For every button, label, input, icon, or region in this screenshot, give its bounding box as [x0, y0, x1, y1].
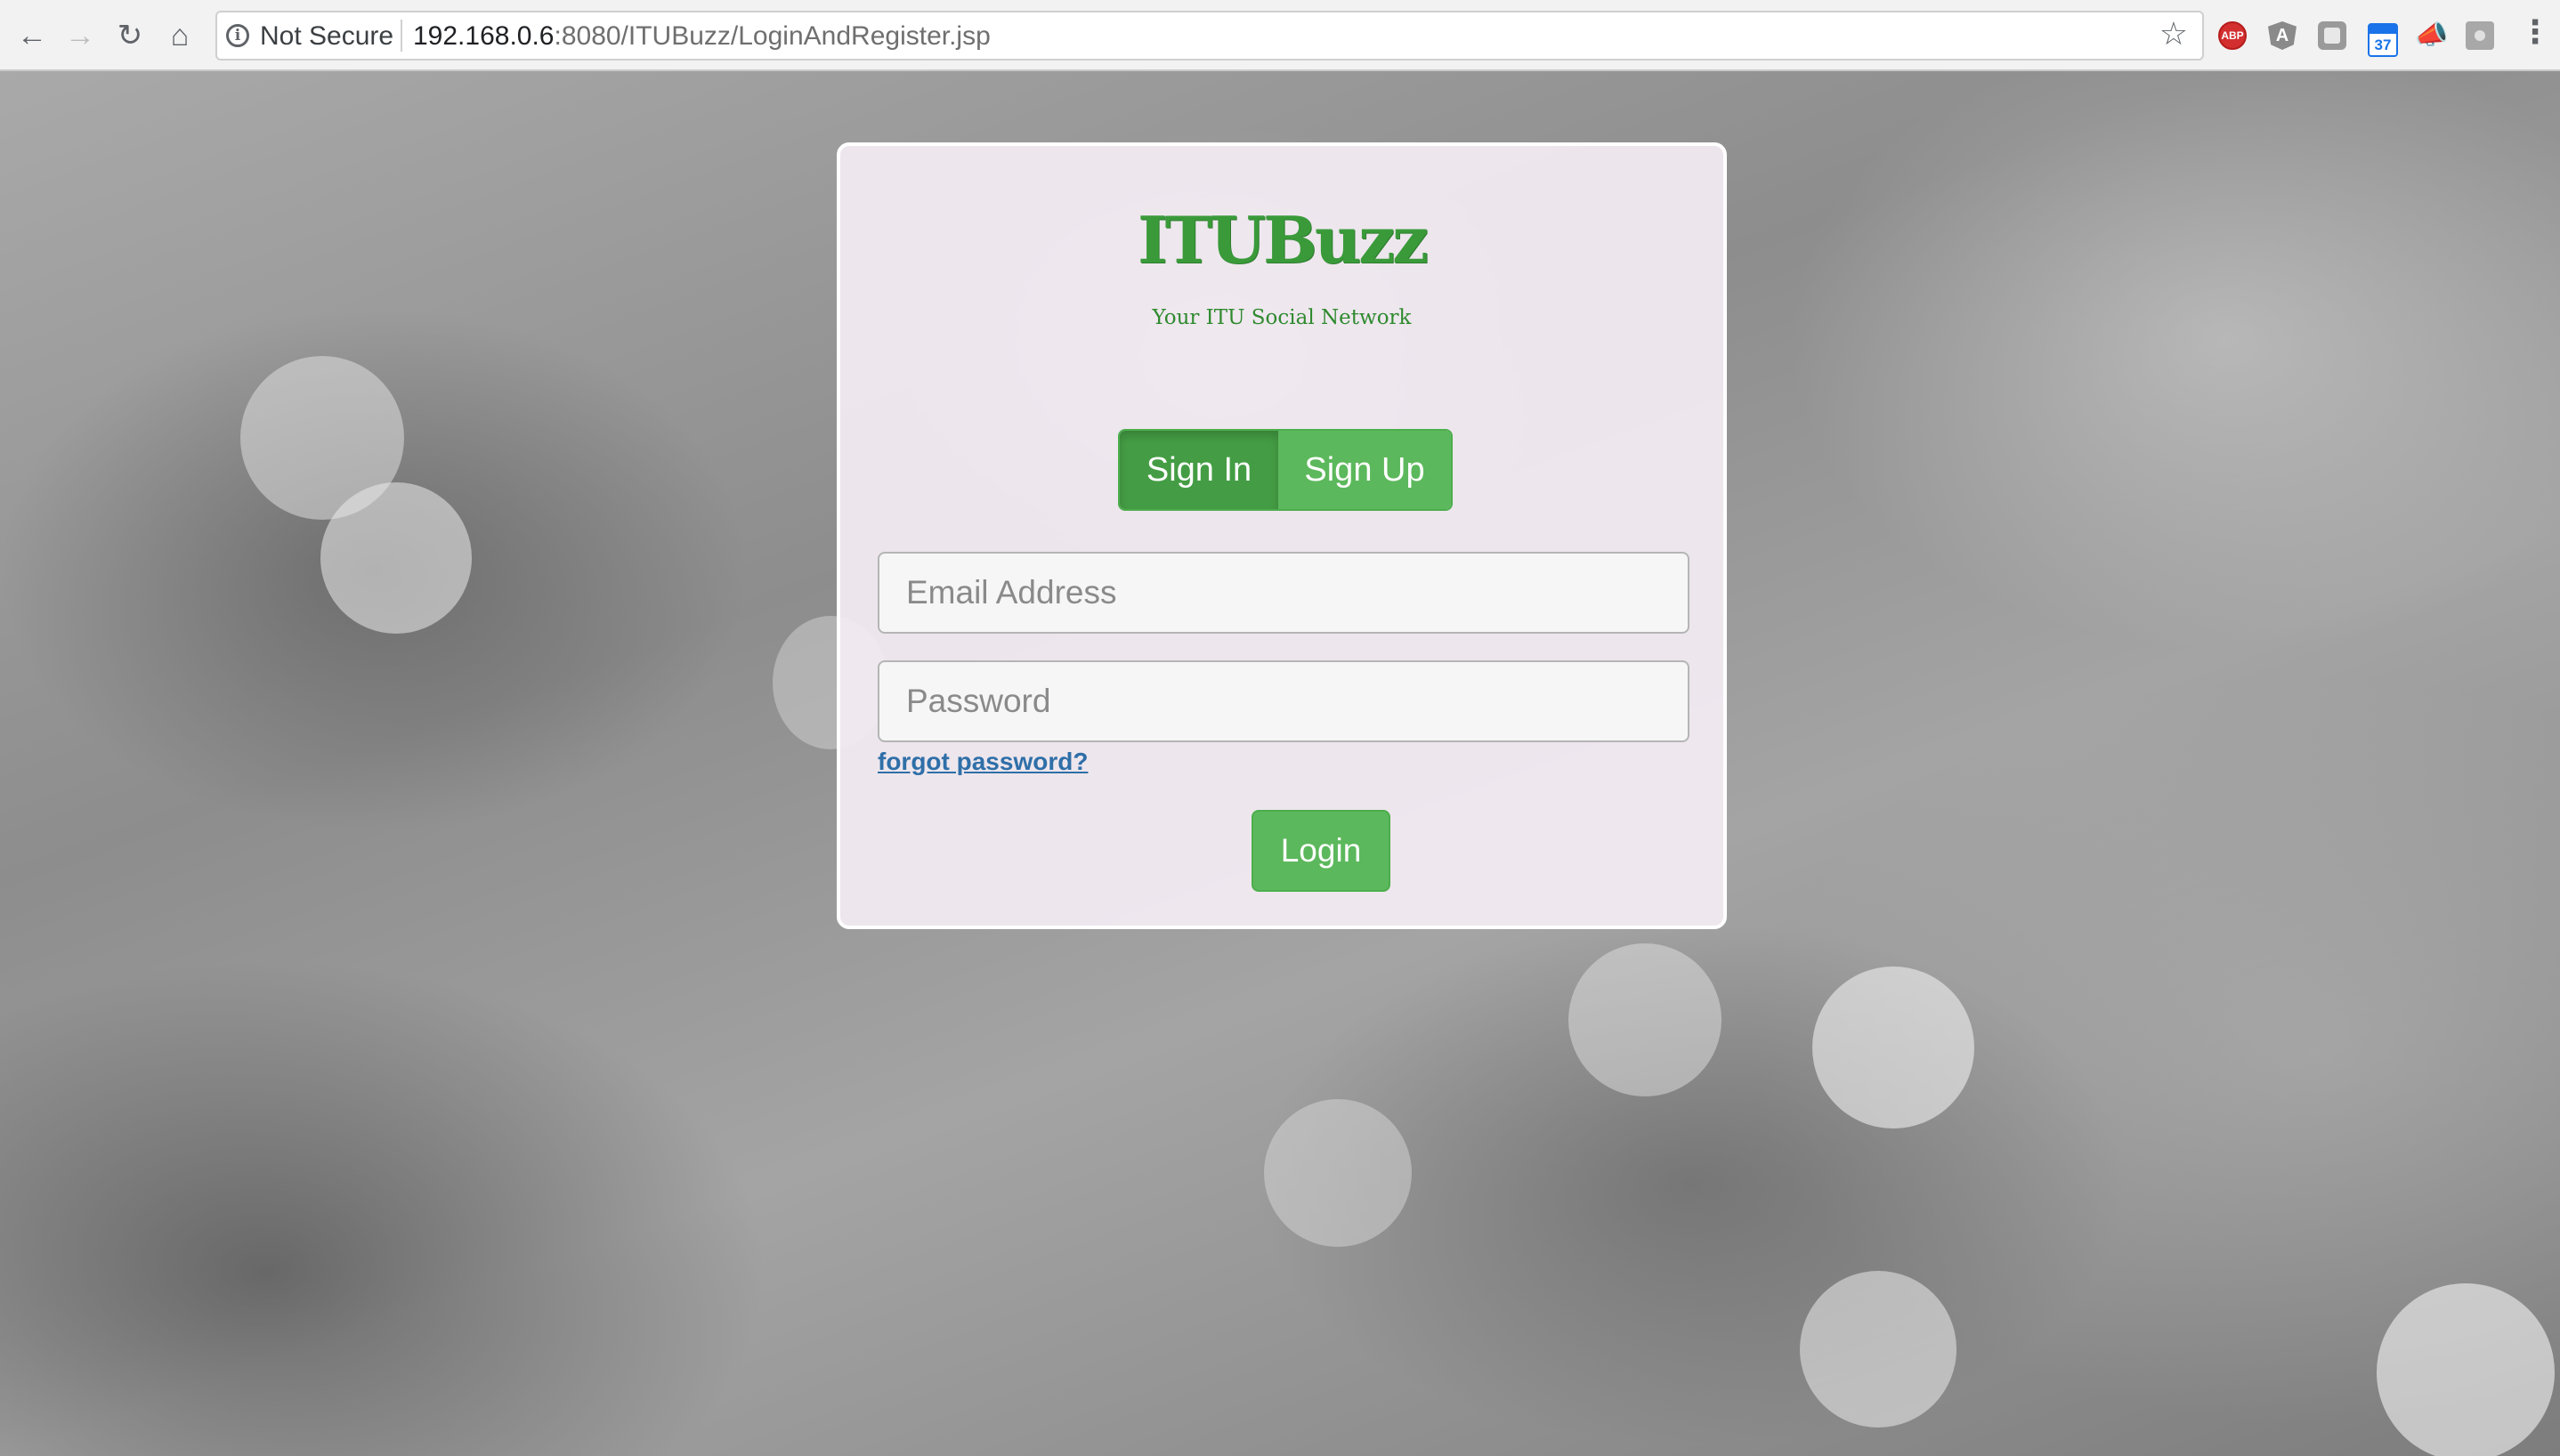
login-button[interactable]: Login: [1252, 810, 1390, 892]
brand-tagline: Your ITU Social Network: [1152, 306, 1412, 329]
password-field[interactable]: [878, 660, 1689, 742]
forward-arrow-icon[interactable]: →: [59, 14, 101, 57]
angular-extension-icon[interactable]: A: [2268, 21, 2297, 50]
adblock-extension-icon[interactable]: ABP: [2218, 21, 2247, 50]
calendar-header: [2370, 25, 2396, 34]
home-icon[interactable]: ⌂: [158, 14, 201, 57]
reload-icon[interactable]: ↻: [109, 14, 151, 57]
calendar-badge: 37: [2374, 36, 2392, 53]
tab-sign-in[interactable]: Sign In: [1120, 431, 1278, 509]
bokeh-circle: [1568, 943, 1722, 1096]
calendar-extension-icon[interactable]: 37: [2368, 23, 2398, 57]
puzzle-extension-icon[interactable]: [2466, 21, 2494, 50]
auth-mode-toggle: Sign In Sign Up: [1118, 429, 1453, 511]
security-label[interactable]: Not Secure: [260, 21, 393, 52]
tab-sign-up[interactable]: Sign Up: [1278, 431, 1451, 509]
bokeh-circle: [1264, 1099, 1412, 1247]
brand-logo: ITUBuzz: [1137, 202, 1429, 278]
login-card: ITUBuzz Your ITU Social Network Sign In …: [837, 142, 1727, 929]
bokeh-circle: [2377, 1283, 2555, 1456]
forgot-password-link[interactable]: forgot password?: [878, 748, 1088, 776]
star-icon[interactable]: ☆: [2159, 18, 2188, 50]
info-icon[interactable]: i: [226, 24, 249, 47]
vertical-dots-icon[interactable]: ⋮: [2519, 16, 2551, 48]
url-host: 192.168.0.6: [413, 21, 555, 51]
bokeh-circle: [320, 482, 472, 634]
back-arrow-icon[interactable]: ←: [11, 14, 53, 57]
square-extension-icon[interactable]: [2318, 21, 2346, 50]
address-bar-divider: [401, 20, 402, 52]
url-path: :8080/ITUBuzz/LoginAndRegister.jsp: [554, 21, 991, 51]
megaphone-extension-icon[interactable]: 📣: [2415, 21, 2448, 50]
email-field[interactable]: [878, 552, 1689, 634]
address-bar[interactable]: i Not Secure 192.168.0.6:8080/ITUBuzz/Lo…: [215, 11, 2204, 61]
bokeh-circle: [1800, 1271, 1956, 1428]
browser-toolbar: ← → ↻ ⌂ i Not Secure 192.168.0.6:8080/IT…: [0, 0, 2560, 71]
bokeh-circle: [1812, 967, 1974, 1128]
url-text[interactable]: 192.168.0.6:8080/ITUBuzz/LoginAndRegiste…: [413, 21, 991, 52]
